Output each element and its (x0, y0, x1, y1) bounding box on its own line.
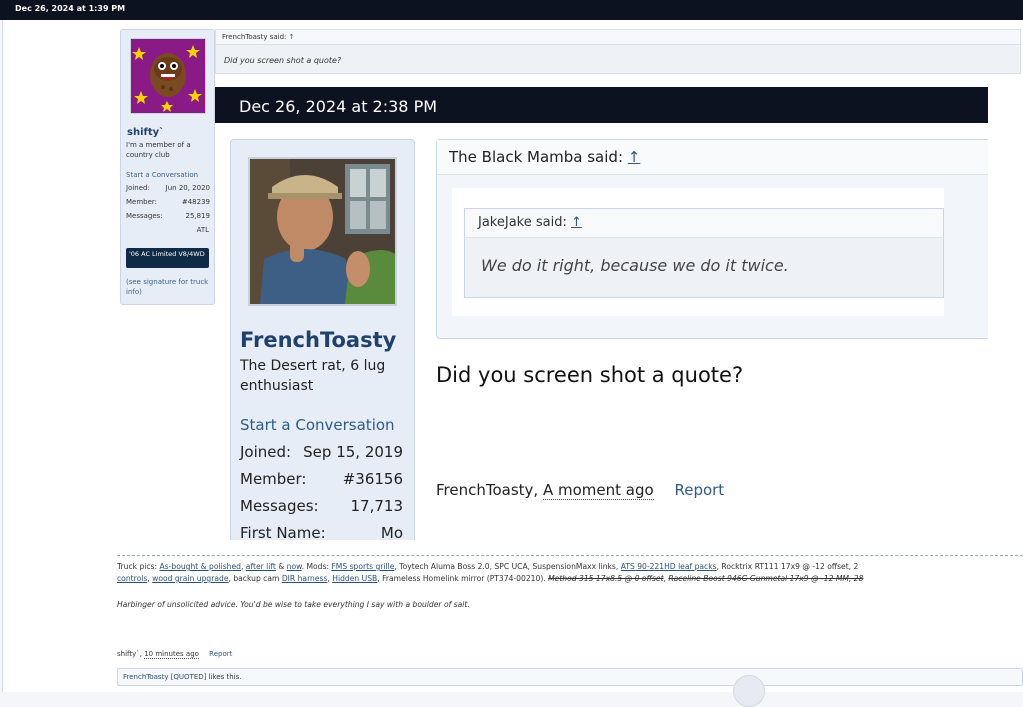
stat-value: 17,713 (350, 497, 404, 515)
signature-link[interactable]: after lift (246, 562, 276, 571)
stat-value: Mo (380, 524, 403, 540)
screenshot-stat-joined: Joined: Sep 15, 2019 (240, 443, 403, 461)
signature-text: , backup cam (228, 574, 282, 583)
signature-divider (117, 555, 1023, 556)
screenshot-stat-first-name: First Name: Mo (240, 524, 403, 540)
stat-value: 25,819 (185, 212, 211, 220)
screenshot-stat-member: Member: #36156 (240, 470, 403, 488)
stat-value: Jun 20, 2020 (165, 184, 210, 192)
signature-link[interactable]: ATS 90-221HD leaf packs (621, 562, 717, 571)
quote-body: Did you screen shot a quote? (215, 44, 1021, 74)
stat-label: Member: (240, 470, 307, 488)
signature-text: , Toytech Aluma Boss 2.0, SPC UCA, Suspe… (394, 562, 621, 571)
screenshot-footer-author: FrenchToasty, (436, 481, 539, 499)
likes-suffix: likes this. (206, 673, 242, 681)
signature-truck-info: Truck pics: As-bought & polished, after … (117, 561, 1023, 585)
report-link[interactable]: Report (209, 650, 232, 658)
signature-link[interactable]: wood grain upgrade (152, 574, 228, 583)
signature-text: , Rocktrix RT111 17x9 @ -12 offset, 2 (716, 562, 859, 571)
screenshot-date: Dec 26, 2024 at 2:38 PM (239, 97, 438, 116)
screenshot-avatar (248, 157, 397, 306)
post-header-bar: Dec 26, 2024 at 1:39 PM (0, 0, 1023, 20)
embedded-screenshot[interactable]: Dec 26, 2024 at 2:38 PM FrenchToasty The… (215, 87, 988, 540)
signature-link[interactable]: Hidden USB (332, 574, 377, 583)
quote-author: FrenchToasty said: (222, 33, 287, 41)
truck-badge: '06 AC Limited V8/4WD (126, 248, 209, 268)
up-arrow-icon: ↑ (570, 215, 582, 230)
screenshot-message-body: Did you screen shot a quote? (436, 363, 744, 387)
signature-text: . Mods: (301, 562, 332, 571)
stat-label: Messages: (240, 497, 319, 515)
signature-link[interactable]: As-bought & polished (159, 562, 240, 571)
quote-jump-icon[interactable]: ↑ (289, 33, 295, 41)
stat-member: Member: #48239 (126, 198, 210, 206)
post-date: Dec 26, 2024 at 1:39 PM (15, 4, 126, 13)
scroll-to-top-button[interactable] (733, 675, 765, 707)
stat-label: First Name: (240, 524, 326, 540)
stat-label: Member: (126, 198, 158, 206)
screenshot-inner-quote-text: We do it right, because we do it twice. (481, 256, 789, 275)
signature-link[interactable]: now (287, 562, 302, 571)
likes-bar: FrenchToasty [QUOTED] likes this. (117, 668, 1023, 686)
stat-value: #48239 (181, 198, 210, 206)
signature-note: (see signature for truck info) (126, 278, 209, 296)
screenshot-footer-report: Report (674, 481, 725, 499)
user-info-panel: shifty` I'm a member of a country club S… (120, 29, 215, 305)
stat-label: Joined: (240, 443, 292, 461)
screenshot-outer-quote-author: The Black Mamba said: ↑ (449, 148, 641, 166)
signature-link[interactable]: DIR harness (282, 574, 328, 583)
screenshot-footer-time: A moment ago (542, 481, 654, 500)
footer-time[interactable]: 10 minutes ago (144, 650, 199, 659)
signature-text: & (275, 562, 287, 571)
signature-line-1: Truck pics: As-bought & polished, after … (117, 561, 1023, 573)
avatar[interactable] (130, 38, 206, 114)
stat-messages: Messages: 25,819 (126, 212, 210, 220)
screenshot-username: FrenchToasty (240, 328, 397, 352)
screenshot-inner-quote: JakeJake said: ↑ We do it right, because… (464, 208, 944, 298)
stat-joined: Joined: Jun 20, 2020 (126, 184, 210, 192)
footer-author[interactable]: shifty`, (117, 650, 142, 658)
screenshot-outer-quote: The Black Mamba said: ↑ JakeJake said: ↑… (436, 139, 988, 339)
user-title: I'm a member of a country club (126, 141, 191, 159)
screenshot-outer-quote-header: The Black Mamba said: ↑ (437, 140, 988, 175)
signature-struck-text: Raceline Boost 946G Gunmetal 17x9 @ -12 … (668, 574, 864, 583)
stat-value: #36156 (342, 470, 403, 488)
signature-text: Truck pics: (117, 562, 160, 571)
signature-struck-text: Method 315 17x8.5 @ 0 offset (548, 574, 664, 583)
liker-link[interactable]: FrenchToasty [QUOTED] (123, 673, 206, 681)
screenshot-user-panel: FrenchToasty The Desert rat, 6 lug enthu… (230, 139, 415, 540)
screenshot-inner-quote-header: JakeJake said: ↑ (465, 209, 943, 238)
screenshot-message-footer: FrenchToasty, A moment ago Report (436, 481, 725, 500)
signature-quote: Harbinger of unsolicited advice. You'd b… (117, 600, 470, 609)
screenshot-user-title: The Desert rat, 6 lug enthusiast (240, 358, 386, 394)
start-conversation-link[interactable]: Start a Conversation (126, 171, 198, 179)
up-arrow-icon: ↑ (627, 148, 641, 166)
username[interactable]: shifty` (127, 127, 164, 138)
screenshot-inner-quote-author: JakeJake said: ↑ (478, 215, 582, 230)
user-location: ATL (196, 226, 209, 234)
quote-header: FrenchToasty said: ↑ (215, 29, 1021, 44)
stat-value: Sep 15, 2019 (303, 443, 403, 461)
screenshot-quote-inner-wrap: JakeJake said: ↑ We do it right, because… (452, 188, 944, 316)
screenshot-header-bar: Dec 26, 2024 at 2:38 PM (215, 87, 988, 123)
screenshot-start-conversation: Start a Conversation (240, 416, 395, 434)
signature-text: , Frameless Homelink mirror (PT374-00210… (377, 574, 549, 583)
screenshot-stat-messages: Messages: 17,713 (240, 497, 403, 515)
post-footer: shifty`, 10 minutes ago Report (117, 650, 232, 659)
stat-label: Joined: (126, 184, 150, 192)
stat-label: Messages: (126, 212, 163, 220)
signature-link[interactable]: controls (117, 574, 147, 583)
signature-link[interactable]: FMS sports grille (331, 562, 394, 571)
signature-line-2: controls, wood grain upgrade, backup cam… (117, 573, 1023, 585)
